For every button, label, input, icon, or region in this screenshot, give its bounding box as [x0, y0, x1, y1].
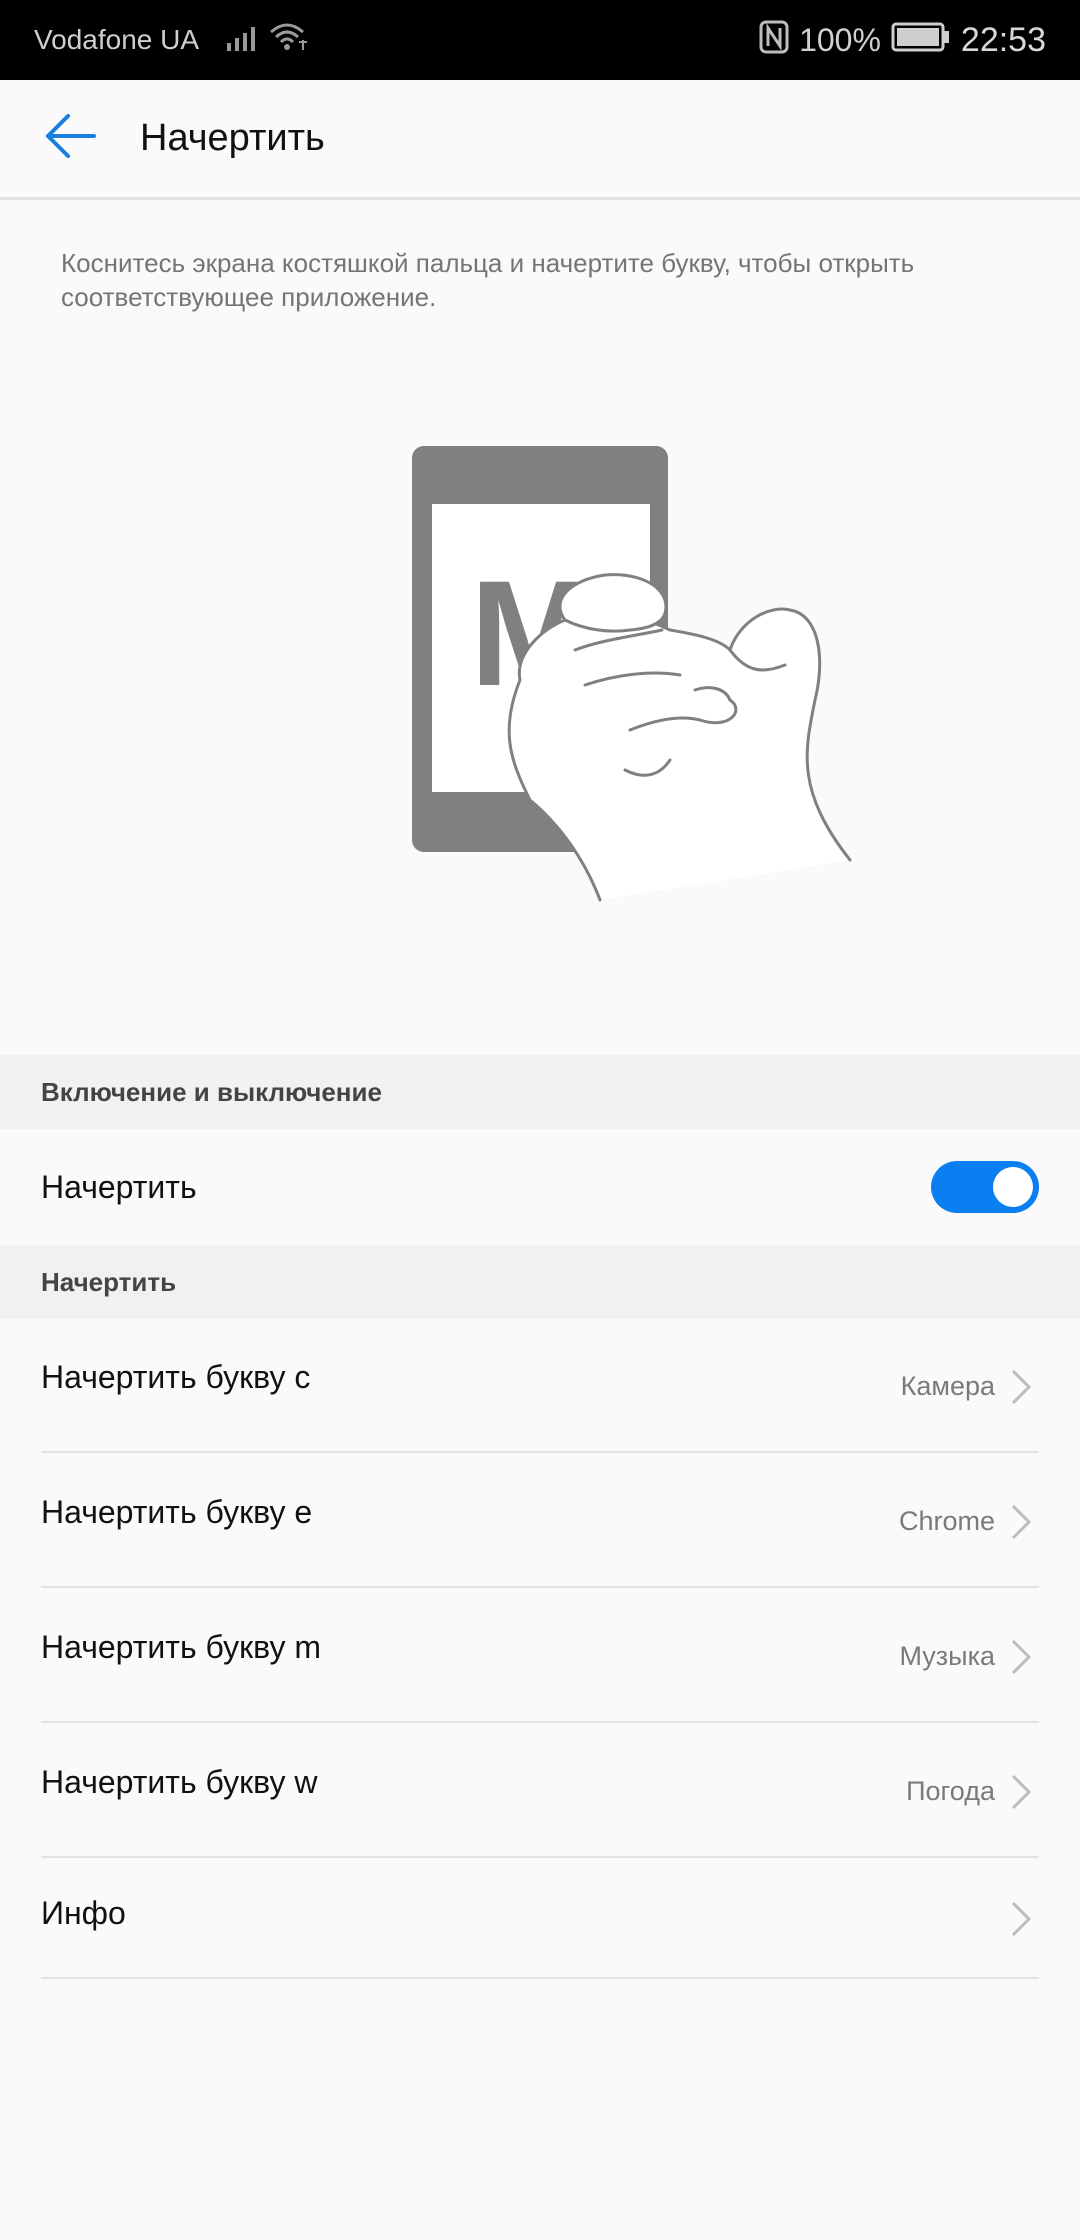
chevron-right-icon: [1009, 1367, 1033, 1407]
chevron-right-icon: [1009, 1637, 1033, 1677]
wifi-icon: [269, 22, 309, 59]
clock: 22:53: [960, 20, 1046, 59]
arrow-left-icon: [44, 113, 96, 164]
signal-icon: [227, 23, 263, 58]
knuckle-gesture-illustration: M: [400, 430, 880, 930]
list-item-value: Музыка: [899, 1641, 995, 1671]
chevron-right-icon: [1009, 1899, 1033, 1939]
list-item-letter-m[interactable]: Начертить букву m Музыка: [41, 1589, 1039, 1723]
section-header-label: Начертить: [41, 1266, 177, 1297]
section-header-enable: Включение и выключение: [0, 1055, 1080, 1129]
nfc-icon: [759, 20, 789, 61]
status-bar: Vodafone UA 100% 22:53: [0, 0, 1080, 80]
chevron-right-icon: [1009, 1502, 1033, 1542]
app-bar: Начертить: [0, 80, 1080, 200]
list-item-value: Chrome: [898, 1506, 995, 1536]
section-header-draw: Начертить: [0, 1245, 1080, 1319]
page-title: Начертить: [140, 117, 325, 159]
battery-percent: 100%: [799, 21, 881, 58]
enable-toggle-switch[interactable]: [931, 1161, 1039, 1213]
list-item-label: Инфо: [41, 1895, 126, 1931]
toggle-knob: [993, 1167, 1033, 1207]
back-button[interactable]: [0, 79, 140, 199]
list-item-letter-w[interactable]: Начертить букву w Погода: [41, 1724, 1039, 1858]
carrier-name: Vodafone UA: [34, 24, 200, 55]
list-item-label: Начертить букву e: [41, 1494, 313, 1530]
list-item-letter-e[interactable]: Начертить букву e Chrome: [41, 1454, 1039, 1588]
list-item-info[interactable]: Инфо: [41, 1859, 1039, 1979]
list-item-value: Погода: [906, 1776, 995, 1806]
toggle-label: Начертить: [41, 1168, 197, 1205]
list-item-letter-c[interactable]: Начертить букву c Камера: [41, 1319, 1039, 1453]
section-header-label: Включение и выключение: [41, 1076, 382, 1107]
list-item-label: Начертить букву c: [41, 1359, 311, 1395]
chevron-right-icon: [1009, 1772, 1033, 1812]
list-item-value: Камера: [900, 1371, 995, 1401]
battery-icon: [891, 22, 951, 59]
enable-toggle-row[interactable]: Начертить: [0, 1129, 1080, 1245]
list-item-label: Начертить букву m: [41, 1629, 321, 1665]
description-text: Коснитесь экрана костяшкой пальца и наче…: [61, 248, 915, 312]
list-item-label: Начертить букву w: [41, 1764, 318, 1800]
